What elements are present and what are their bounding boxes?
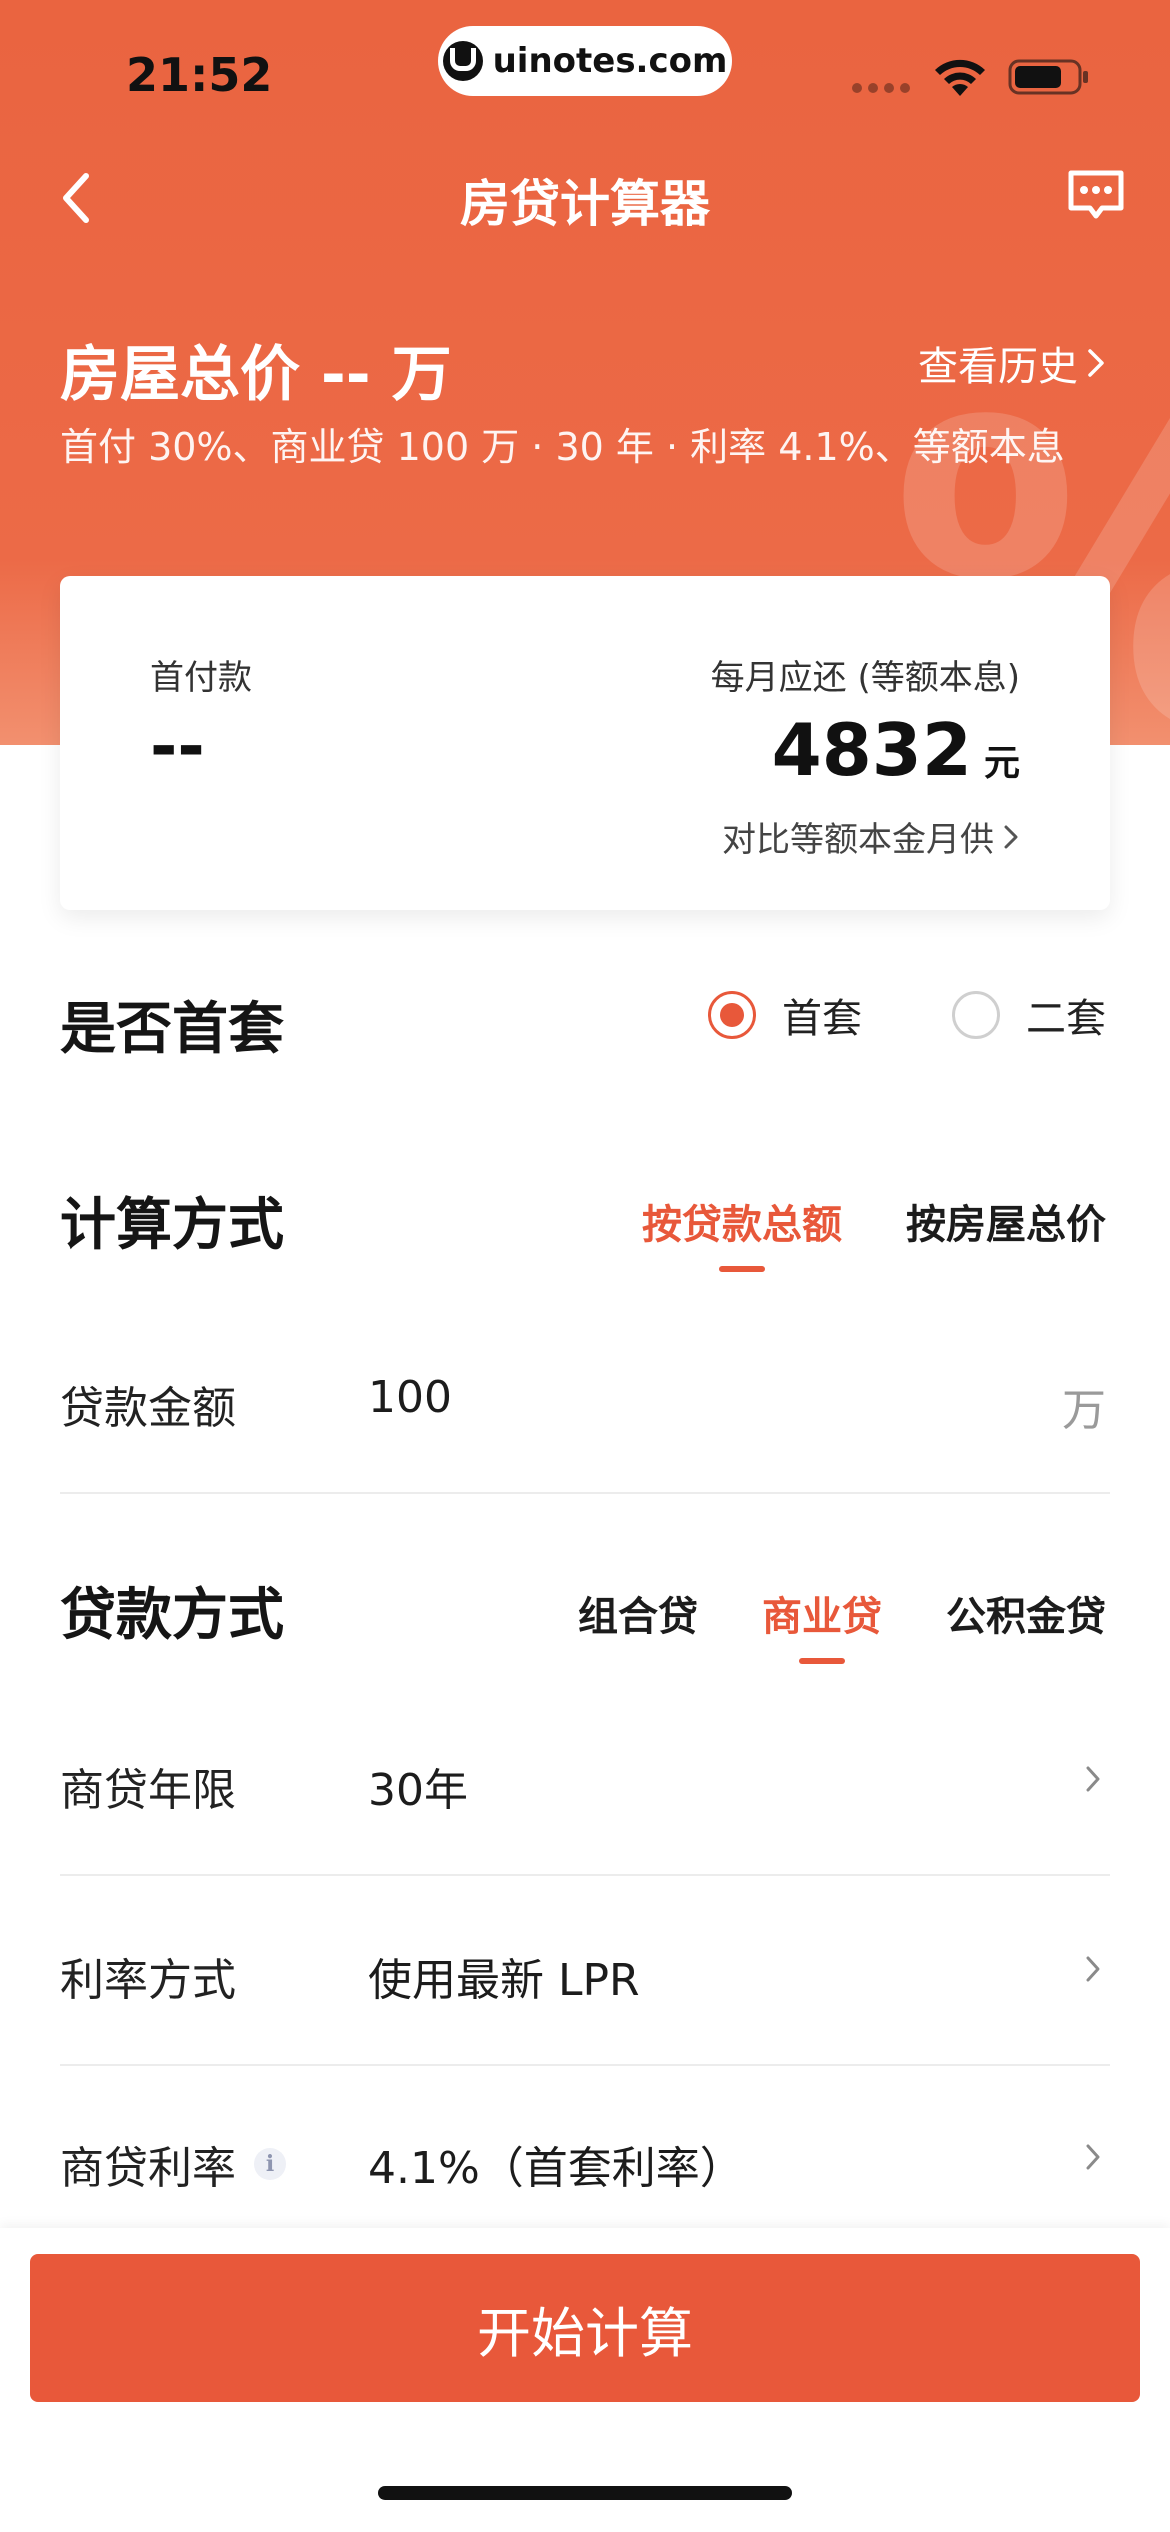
divider [60,1874,1110,1876]
divider [60,1492,1110,1494]
divider [60,2064,1110,2066]
page-title: 房贷计算器 [460,175,710,233]
start-calculate-button[interactable]: 开始计算 [30,2254,1140,2402]
chevron-right-icon [1088,349,1104,377]
loan-amount-unit: 万 [1062,1385,1106,1436]
wifi-icon [935,59,985,96]
chevron-right-icon [1004,825,1018,848]
rate-method-label: 利率方式 [60,1955,236,2006]
tab-combined-loan[interactable]: 组合贷 [578,1584,698,1642]
tab-provident-fund-loan[interactable]: 公积金贷 [946,1584,1106,1642]
tab-commercial-loan[interactable]: 商业贷 [762,1584,882,1642]
loan-amount-input[interactable]: 100 [368,1372,452,1423]
calc-method-tabs: 按贷款总额 按房屋总价 [578,1192,1106,1250]
uinotes-logo-icon [442,41,483,81]
house-total-price: 房屋总价 -- 万 [60,340,452,410]
first-home-radio-group: 首套 二套 [618,986,1106,1044]
commercial-rate-row[interactable]: 商贷利率 i 4.1%（首套利率） [60,2094,1110,2228]
down-payment-label: 首付款 [150,658,252,698]
down-payment-value: -- [150,708,205,785]
loan-type-title: 贷款方式 [60,1583,284,1648]
commercial-rate-label: 商贷利率 [60,2143,236,2194]
compare-principal-label: 对比等额本金月供 [722,820,994,860]
radio-second-home[interactable]: 二套 [952,986,1106,1044]
radio-unchecked-icon [952,991,1000,1039]
tab-by-house-price[interactable]: 按房屋总价 [906,1192,1106,1250]
status-time: 21:52 [126,48,273,102]
home-indicator [378,2486,792,2500]
monthly-payment-label: 每月应还 (等额本息) [710,658,1020,698]
view-history-label: 查看历史 [918,344,1078,390]
view-history-link[interactable]: 查看历史 [918,334,1106,392]
calc-method-title: 计算方式 [60,1193,284,1258]
loan-term-value: 30年 [368,1765,468,1816]
chevron-right-icon [1086,2144,1100,2170]
radio-checked-icon [708,991,756,1039]
chevron-right-icon [1086,1766,1100,1792]
radio-label: 首套 [782,996,862,1042]
result-summary-card: 首付款 -- 每月应还 (等额本息) 4832 元 对比等额本金月供 [60,576,1110,910]
monthly-payment-value: 4832 [771,708,972,792]
url-pill: uinotes.com [438,26,732,96]
loan-summary-line: 首付 30%、商业贷 100 万 · 30 年 · 利率 4.1%、等额本息 [60,425,1065,469]
compare-principal-link[interactable]: 对比等额本金月供 [722,812,1020,861]
battery-icon [1008,59,1088,95]
monthly-payment-unit: 元 [983,743,1020,784]
monthly-payment: 4832 元 [772,708,1020,792]
info-icon[interactable]: i [254,2148,286,2180]
url-text: uinotes.com [492,41,728,81]
loan-amount-label: 贷款金额 [60,1383,236,1434]
cellular-signal-icon [852,83,912,93]
loan-term-label: 商贷年限 [60,1765,236,1816]
first-home-title: 是否首套 [60,997,284,1062]
chevron-right-icon [1086,1956,1100,1982]
tab-by-loan-total[interactable]: 按贷款总额 [642,1192,842,1250]
commercial-rate-label-group: 商贷利率 i [60,2132,286,2196]
radio-label: 二套 [1026,996,1106,1042]
rate-method-row[interactable]: 利率方式 使用最新 LPR [60,1906,1110,2066]
message-dots-icon[interactable] [1066,168,1126,224]
loan-type-tabs: 组合贷 商业贷 公积金贷 [514,1584,1106,1642]
loan-term-row[interactable]: 商贷年限 30年 [60,1716,1110,1876]
rate-method-value: 使用最新 LPR [368,1955,640,2006]
radio-first-home[interactable]: 首套 [708,986,862,1044]
commercial-rate-value: 4.1%（首套利率） [368,2143,744,2194]
loan-amount-row: 贷款金额 100 万 [60,1334,1110,1494]
